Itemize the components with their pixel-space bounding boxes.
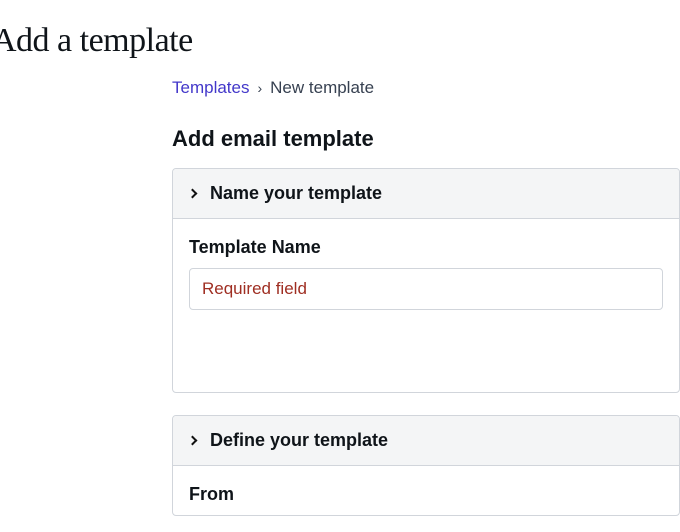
breadcrumb-current: New template (270, 78, 374, 98)
card-header-name-template[interactable]: Name your template (173, 169, 679, 219)
section-title: Add email template (172, 126, 680, 152)
card-body: Template Name (173, 219, 679, 392)
card-header-label: Define your template (210, 430, 388, 451)
card-define-template: Define your template From (172, 415, 680, 516)
card-header-label: Name your template (210, 183, 382, 204)
card-body: From (173, 466, 679, 505)
breadcrumb-link-templates[interactable]: Templates (172, 78, 249, 98)
chevron-right-icon: › (257, 80, 262, 96)
page-title: Add a template (0, 22, 680, 60)
field-label-from: From (189, 484, 663, 505)
card-name-template: Name your template Template Name (172, 168, 680, 393)
field-label-template-name: Template Name (189, 237, 663, 258)
chevron-right-icon (188, 436, 198, 446)
chevron-right-icon (188, 189, 198, 199)
breadcrumb: Templates › New template (172, 78, 680, 98)
template-name-input[interactable] (189, 268, 663, 310)
card-header-define-template[interactable]: Define your template (173, 416, 679, 466)
